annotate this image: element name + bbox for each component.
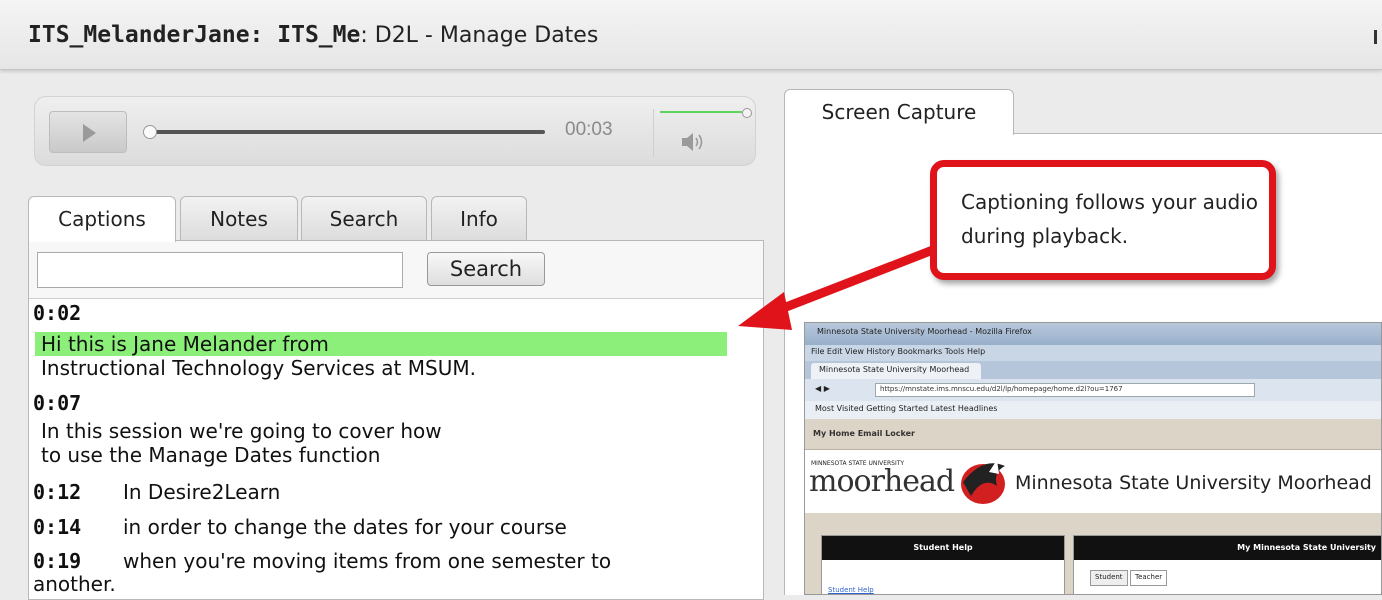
captions-panel: Search 0:02 Hi this is Jane Melander fro… bbox=[28, 240, 764, 600]
dragon-logo-icon bbox=[961, 460, 1005, 504]
caption-timestamp[interactable]: 0:02 bbox=[33, 301, 81, 325]
capture-browser-url: https://mnstate.ims.mnscu.edu/d2l/lp/hom… bbox=[875, 383, 1255, 397]
capture-browser-title: Minnesota State University Moorhead - Mo… bbox=[805, 323, 1381, 345]
capture-my-mnstate-box: My Minnesota State University Student Te… bbox=[1073, 535, 1381, 594]
capture-browser-tabbar: Minnesota State University Moorhead bbox=[805, 361, 1381, 379]
tab-info[interactable]: Info bbox=[431, 196, 527, 241]
caption-line[interactable]: in order to change the dates for your co… bbox=[123, 515, 567, 539]
caption-search-button[interactable]: Search bbox=[427, 252, 545, 286]
progress-knob[interactable] bbox=[143, 125, 157, 139]
capture-browser-navbar: ◀ ▶ https://mnstate.ims.mnscu.edu/d2l/lp… bbox=[805, 379, 1381, 401]
window-title-rest: : D2L - Manage Dates bbox=[360, 23, 599, 48]
capture-subtab: Teacher bbox=[1130, 570, 1168, 586]
caption-line[interactable]: Instructional Technology Services at MSU… bbox=[41, 356, 476, 380]
caption-search-input[interactable] bbox=[37, 252, 403, 288]
caption-line[interactable]: another. bbox=[33, 572, 116, 596]
volume-control[interactable] bbox=[653, 108, 752, 157]
window-title-bold: ITS_MelanderJane: ITS_Me bbox=[28, 22, 361, 48]
volume-knob[interactable] bbox=[742, 108, 752, 118]
caption-line[interactable]: Hi this is Jane Melander from bbox=[41, 332, 329, 356]
caption-timestamp[interactable]: 0:07 bbox=[33, 391, 81, 415]
caption-list: 0:02 Hi this is Jane Melander from Instr… bbox=[29, 299, 763, 599]
capture-box-link: Student Help bbox=[828, 586, 874, 594]
capture-nav-arrows-icon: ◀ ▶ bbox=[815, 384, 830, 393]
caption-timestamp[interactable]: 0:14 bbox=[33, 515, 81, 539]
capture-brand-logo: moorhead bbox=[809, 464, 955, 499]
capture-box-title: Student Help bbox=[822, 536, 1064, 560]
play-button[interactable] bbox=[49, 111, 127, 153]
speaker-icon[interactable] bbox=[680, 131, 710, 153]
play-icon bbox=[83, 124, 96, 142]
screen-capture-image: Minnesota State University Moorhead - Mo… bbox=[804, 322, 1382, 595]
caption-timestamp[interactable]: 0:19 bbox=[33, 549, 81, 573]
capture-box-title: My Minnesota State University bbox=[1074, 536, 1381, 560]
tab-notes[interactable]: Notes bbox=[180, 196, 298, 241]
caption-line[interactable]: to use the Manage Dates function bbox=[41, 443, 380, 467]
caption-line[interactable]: when you're moving items from one semest… bbox=[123, 549, 611, 573]
caption-line[interactable]: In Desire2Learn bbox=[123, 480, 280, 504]
caption-timestamp[interactable]: 0:12 bbox=[33, 480, 81, 504]
capture-browser-bookmarks: Most Visited Getting Started Latest Head… bbox=[805, 401, 1381, 419]
capture-university-banner: MINNESOTA STATE UNIVERSITY moorhead Minn… bbox=[805, 449, 1381, 513]
capture-browser-menu: File Edit View History Bookmarks Tools H… bbox=[805, 345, 1381, 361]
tab-screen-capture[interactable]: Screen Capture bbox=[784, 89, 1014, 135]
callout-box: Captioning follows your audio during pla… bbox=[930, 160, 1276, 280]
capture-content-area: Student Help Student Help My Minnesota S… bbox=[805, 513, 1381, 594]
time-display: 00:03 bbox=[565, 119, 613, 140]
progress-slider[interactable] bbox=[143, 125, 545, 139]
tab-search[interactable]: Search bbox=[301, 196, 427, 241]
capture-university-name: Minnesota State University Moorhead bbox=[1015, 472, 1372, 494]
titlebar-edge-mark bbox=[1374, 30, 1377, 44]
window-title: ITS_MelanderJane: ITS_Me: D2L - Manage D… bbox=[28, 22, 598, 48]
capture-subtab: Student bbox=[1090, 570, 1128, 586]
callout-text: Captioning follows your audio during pla… bbox=[961, 190, 1259, 248]
capture-browser-tab: Minnesota State University Moorhead bbox=[811, 363, 981, 379]
caption-line[interactable]: In this session we're going to cover how bbox=[41, 419, 442, 443]
volume-slider[interactable] bbox=[660, 108, 752, 118]
media-player: 00:03 bbox=[34, 96, 756, 166]
tab-captions[interactable]: Captions bbox=[28, 196, 176, 242]
capture-student-help-box: Student Help Student Help bbox=[821, 535, 1065, 594]
capture-d2l-navbar: My Home Email Locker bbox=[805, 419, 1381, 449]
window-titlebar: ITS_MelanderJane: ITS_Me: D2L - Manage D… bbox=[0, 0, 1382, 70]
caption-search-bar: Search bbox=[29, 241, 763, 299]
